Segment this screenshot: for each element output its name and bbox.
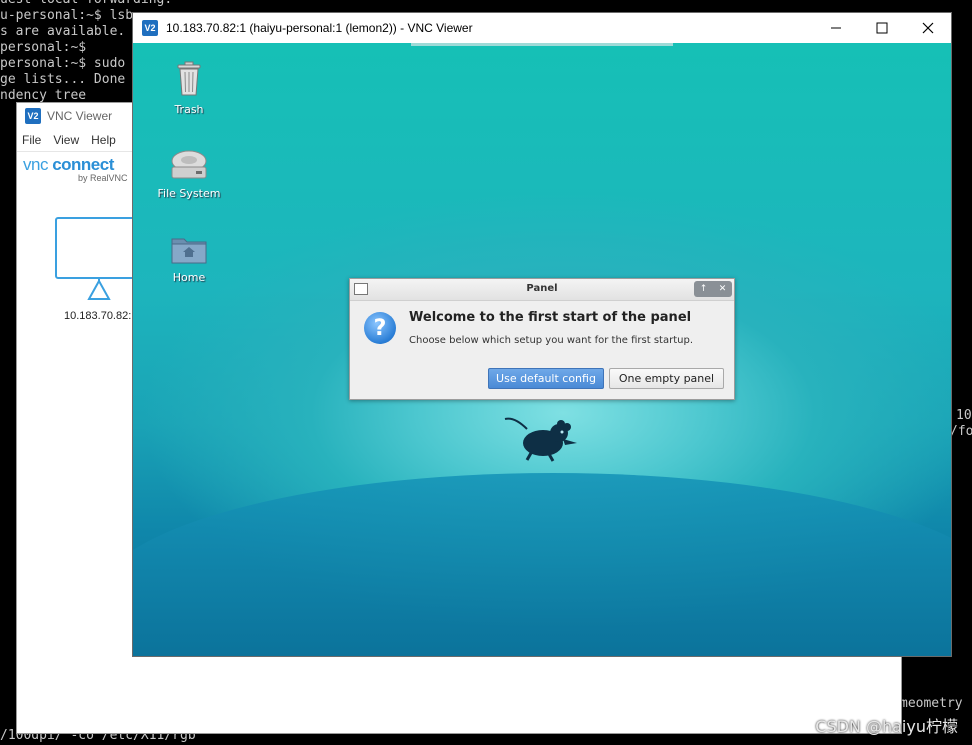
close-icon[interactable]: ✕ <box>719 284 727 294</box>
desktop-icon-label: Home <box>172 271 206 284</box>
connection-label[interactable]: 10.183.70.82:1 <box>64 310 137 322</box>
brand-by-realvnc: by RealVNC <box>78 173 128 183</box>
hard-drive-icon <box>171 150 207 179</box>
use-default-config-button[interactable]: Use default config <box>488 368 604 389</box>
question-icon: ? <box>364 312 396 344</box>
addressbook-title: VNC Viewer <box>47 109 113 123</box>
one-empty-panel-button[interactable]: One empty panel <box>609 368 724 389</box>
brand-vnc: vnc <box>23 155 48 174</box>
desktop-wave <box>133 473 951 656</box>
trash-icon <box>177 61 201 96</box>
close-button[interactable] <box>905 13 951 43</box>
dialog-heading: Welcome to the first start of the panel <box>409 310 692 325</box>
dialog-title: Panel <box>526 283 558 294</box>
dialog-window-controls: ↑ ✕ <box>694 281 732 297</box>
window-title: 10.183.70.82:1 (haiyu-personal:1 (lemon2… <box>166 21 473 35</box>
menu-help[interactable]: Help <box>91 133 116 147</box>
terminal-line: meometry 10 <box>900 696 972 711</box>
panel-welcome-dialog: Panel ↑ ✕ ? Welcome to the first start o… <box>349 278 735 400</box>
csdn-watermark: CSDN @haiyu柠檬 <box>815 717 958 736</box>
desktop-top-panel-strip <box>411 43 673 46</box>
terminal-line: personal:~$ sudo <box>0 56 126 71</box>
connection-monitor-icon[interactable] <box>55 217 135 279</box>
desktop-icon-trash[interactable]: Trash <box>149 61 229 116</box>
xfce-mouse-logo <box>504 417 577 462</box>
desktop-icon-file-system[interactable]: File System <box>149 149 229 200</box>
vnc-app-icon: V2 <box>142 20 158 36</box>
dialog-subtext: Choose below which setup you want for th… <box>409 335 693 346</box>
desktop-icon-label: Trash <box>174 103 204 116</box>
remote-desktop[interactable]: Trash File System Home Panel ↑ ✕ ? Welco… <box>133 43 951 656</box>
shade-icon[interactable]: ↑ <box>700 284 708 294</box>
brand-connect: connect <box>52 155 114 174</box>
terminal-line: personal:~$ <box>0 40 87 55</box>
vnc-session-window: V2 10.183.70.82:1 (haiyu-personal:1 (lem… <box>132 12 952 657</box>
terminal-line: u-personal:~$ lsb <box>0 8 134 23</box>
close-icon <box>922 22 934 34</box>
vnc-connect-brand: vnc connect by RealVNC <box>23 155 128 183</box>
dialog-titlebar[interactable]: Panel ↑ ✕ <box>350 279 734 301</box>
maximize-button[interactable] <box>859 13 905 43</box>
terminal-line: ge lists... Done <box>0 72 126 87</box>
desktop-icon-home[interactable]: Home <box>149 233 229 284</box>
menu-file[interactable]: File <box>22 133 41 147</box>
minimize-icon <box>831 27 841 29</box>
menu-view[interactable]: View <box>53 133 79 147</box>
terminal-line: uest local forwarding. <box>0 0 172 8</box>
maximize-icon <box>876 22 888 34</box>
terminal-line: s are available. <box>0 24 126 39</box>
terminal-line: /fo <box>950 424 972 439</box>
home-folder-icon <box>171 238 207 264</box>
desktop-icon-label: File System <box>157 187 221 200</box>
monitor-stand-icon <box>87 279 111 300</box>
terminal-line: 10 <box>956 408 972 423</box>
vnc-titlebar[interactable]: V2 10.183.70.82:1 (haiyu-personal:1 (lem… <box>133 13 951 43</box>
minimize-button[interactable] <box>813 13 859 43</box>
vnc-logo-icon: V2 <box>25 108 41 124</box>
